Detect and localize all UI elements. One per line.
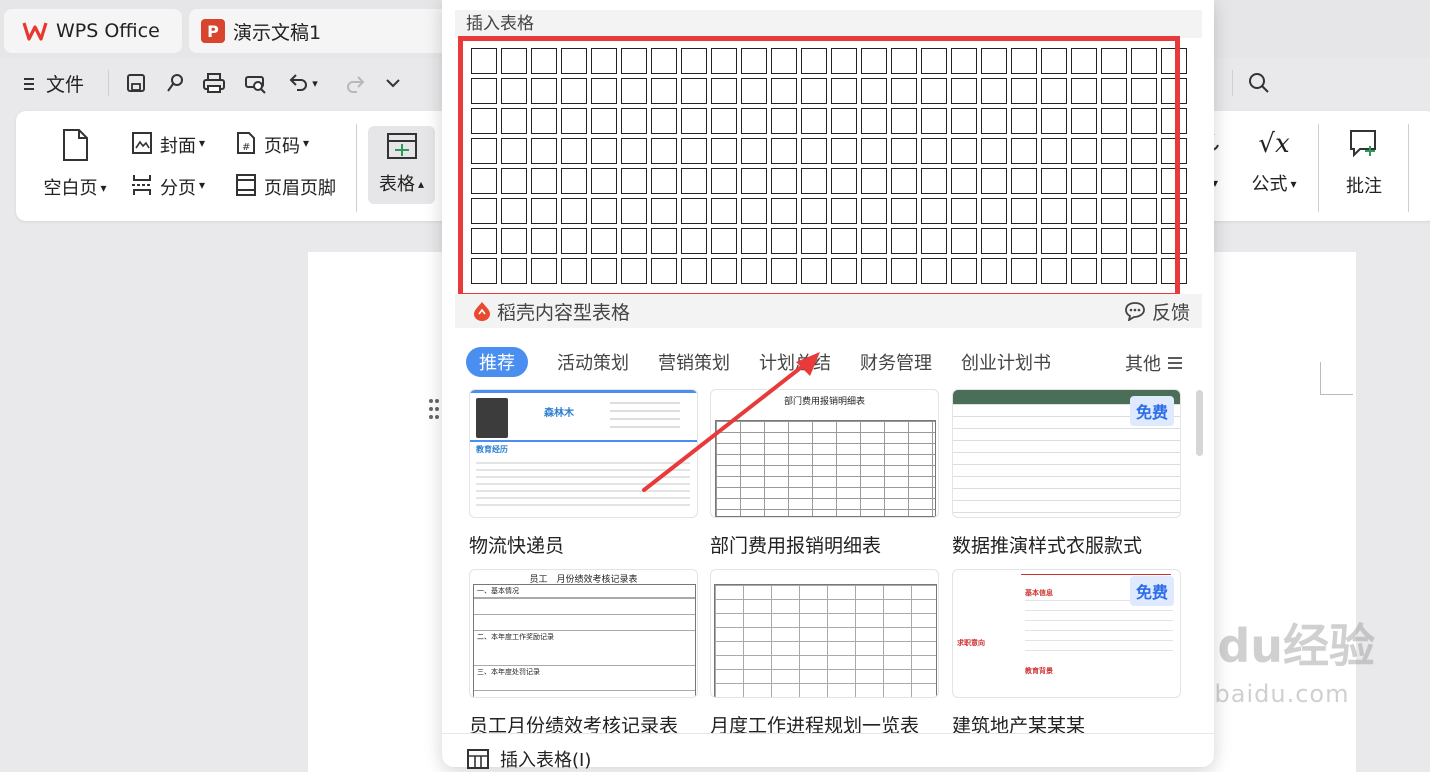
highlight-box xyxy=(458,36,1180,298)
feedback-label: 反馈 xyxy=(1151,301,1190,324)
table-label: 表格 xyxy=(378,174,415,195)
template-title[interactable]: 部门费用报销明细表 xyxy=(710,531,881,558)
chevron-down-icon: ▾ xyxy=(1290,177,1297,191)
print-icon[interactable] xyxy=(199,68,229,98)
template-title[interactable]: 数据推演样式衣服款式 xyxy=(952,531,1142,558)
toolbar-divider xyxy=(108,70,109,96)
formula-label: 公式 xyxy=(1251,174,1288,195)
template-card[interactable] xyxy=(710,569,939,698)
template-card[interactable]: 员工__月份绩效考核记录表 一、基本情况 二、本年度工作奖励记录 三、本年度处罚… xyxy=(469,569,698,698)
header-footer-icon xyxy=(234,173,258,201)
redo-icon[interactable] xyxy=(340,68,370,98)
realestate-section: 求职意向 xyxy=(957,639,985,647)
search-icon[interactable] xyxy=(1244,68,1274,98)
table-button[interactable]: 表格 ▴ xyxy=(368,126,435,204)
annotation-arrow xyxy=(642,352,820,492)
blank-page-icon xyxy=(59,128,91,166)
daoke-label: 稻壳内容型表格 xyxy=(497,301,631,324)
formula-button[interactable]: √x 公式 ▾ xyxy=(1244,128,1304,196)
insert-table-dialog-button[interactable]: 插入表格(I) xyxy=(466,746,591,772)
cover-icon xyxy=(130,131,154,159)
comment-icon xyxy=(1348,128,1380,164)
realestate-section: 教育背景 xyxy=(1025,667,1053,675)
save-icon[interactable] xyxy=(121,68,151,98)
tab-presentation[interactable]: P 演示文稿1 xyxy=(189,9,449,53)
review-table-preview: 一、基本情况 二、本年度工作奖励记录 三、本年度处罚记录 xyxy=(473,584,696,697)
realestate-section: 基本信息 xyxy=(1025,589,1053,597)
free-badge: 免费 xyxy=(1129,396,1174,426)
tab-wps-office[interactable]: WPS Office xyxy=(4,9,182,53)
comment-label: 批注 xyxy=(1346,176,1382,197)
more-categories-label: 其他 xyxy=(1125,354,1161,375)
cover-label: 封面 xyxy=(160,136,196,157)
category-tab-business-plan[interactable]: 创业计划书 xyxy=(961,349,1051,375)
popup-divider xyxy=(442,733,1214,734)
chevron-down-icon: ▾ xyxy=(303,136,310,150)
svg-text:#: # xyxy=(242,142,250,153)
drag-handle-icon[interactable] xyxy=(428,398,440,424)
schedule-table-preview xyxy=(714,584,937,697)
chevron-down-icon: ▾ xyxy=(199,178,206,192)
review-row: 三、本年度处罚记录 xyxy=(474,666,695,691)
template-card[interactable]: 免费 xyxy=(952,389,1181,518)
file-label: 文件 xyxy=(46,74,85,96)
resume-photo xyxy=(476,398,508,438)
insert-table-label: 插入表格(I) xyxy=(500,750,592,771)
scrollbar-thumb[interactable] xyxy=(1196,390,1203,456)
table-icon xyxy=(386,132,418,164)
wps-logo-icon xyxy=(22,21,48,41)
page-break-icon xyxy=(130,173,154,201)
popup-title: 插入表格 xyxy=(455,10,1202,38)
comment-button[interactable]: 批注 xyxy=(1336,128,1392,198)
ribbon-divider xyxy=(1408,124,1409,212)
formula-icon: √x xyxy=(1258,129,1290,159)
chat-bubble-icon xyxy=(1124,301,1146,321)
page-number-label: 页码 xyxy=(264,136,300,157)
chevron-up-icon: ▴ xyxy=(417,177,425,191)
header-footer-label: 页眉页脚 xyxy=(264,178,336,199)
chevron-down-icon: ▾ xyxy=(199,136,206,150)
list-icon xyxy=(1167,356,1183,370)
ribbon-divider xyxy=(356,124,357,212)
cover-button[interactable]: 封面 ▾ xyxy=(130,131,205,159)
template-title[interactable]: 物流快递员 xyxy=(469,531,564,558)
file-menu-button[interactable]: 文件 xyxy=(22,70,84,97)
toolbar-divider xyxy=(1232,70,1233,96)
tab-label: 演示文稿1 xyxy=(233,21,322,44)
print-preview-icon[interactable] xyxy=(240,68,270,98)
review-row: 一、基本情况 xyxy=(474,585,695,598)
page-number-icon: # xyxy=(234,131,258,159)
chevron-down-icon: ▾ xyxy=(312,76,318,90)
more-icon[interactable] xyxy=(378,68,408,98)
page-break-label: 分页 xyxy=(160,178,196,199)
category-tab-activity[interactable]: 活动策划 xyxy=(557,349,629,375)
page-margin-mark xyxy=(1320,362,1353,395)
category-tab-finance[interactable]: 财务管理 xyxy=(860,349,932,375)
format-painter-icon[interactable] xyxy=(160,68,190,98)
page-number-button[interactable]: # 页码 ▾ xyxy=(234,131,309,159)
category-tab-recommended[interactable]: 推荐 xyxy=(466,347,528,377)
template-card[interactable]: 基本信息 求职意向 教育背景 免费 xyxy=(952,569,1181,698)
undo-icon xyxy=(288,71,310,95)
header-footer-button[interactable]: 页眉页脚 xyxy=(234,173,336,201)
blank-page-button[interactable]: 空白页 ▾ xyxy=(40,128,110,200)
resume-section: 教育经历 xyxy=(476,445,508,454)
blank-page-label: 空白页 xyxy=(43,178,98,199)
menu-icon xyxy=(22,76,36,92)
review-row: 二、本年度工作奖励记录 xyxy=(474,631,695,666)
presentation-icon: P xyxy=(201,19,225,43)
free-badge: 免费 xyxy=(1129,576,1174,606)
daoke-logo-icon xyxy=(473,301,491,321)
page-break-button[interactable]: 分页 ▾ xyxy=(130,173,205,201)
undo-button[interactable]: ▾ xyxy=(280,68,326,98)
feedback-button[interactable]: 反馈 xyxy=(1124,298,1190,325)
daoke-bar: 稻壳内容型表格 反馈 xyxy=(455,294,1202,328)
tab-label: WPS Office xyxy=(56,20,160,42)
chevron-down-icon: ▾ xyxy=(100,181,107,195)
more-categories-button[interactable]: 其他 xyxy=(1125,350,1183,376)
ribbon-divider xyxy=(1318,124,1319,212)
resume-name: 森林木 xyxy=(544,408,574,419)
